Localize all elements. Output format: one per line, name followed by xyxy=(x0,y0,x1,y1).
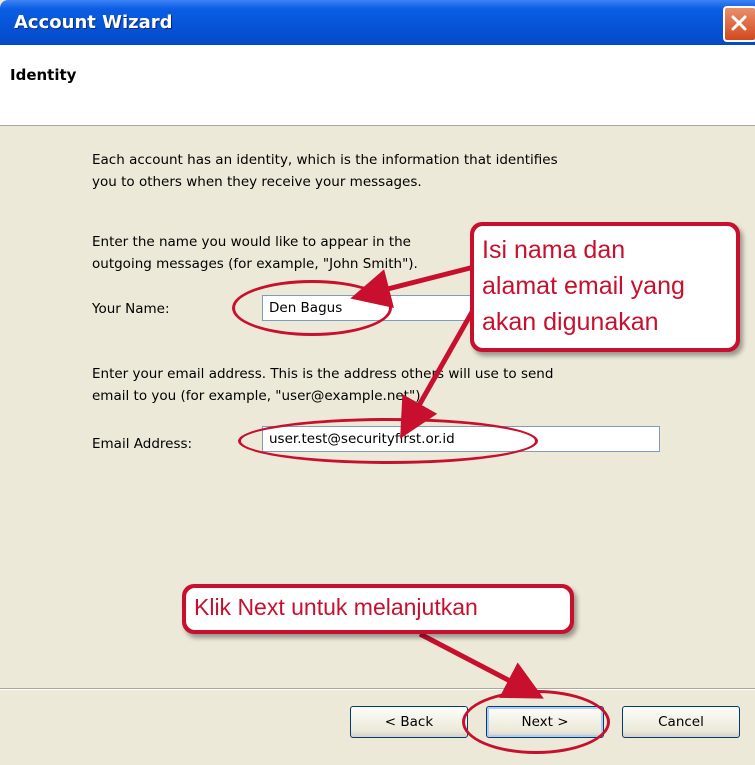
callout-fill-details: Isi nama dan alamat email yang akan digu… xyxy=(470,222,740,352)
callout2-text: Klik Next untuk melanjutkan xyxy=(194,594,478,620)
arrow-to-email xyxy=(400,303,479,439)
arrow-to-next xyxy=(418,631,544,699)
callout1-line-3: akan digunakan xyxy=(482,308,659,336)
callout-fill-details-text: Isi nama dan alamat email yang akan digu… xyxy=(482,232,685,340)
account-wizard-window: Account Wizard Identity Each account has… xyxy=(0,0,755,765)
annotation-arrows xyxy=(350,263,544,699)
callout1-line-2: alamat email yang xyxy=(482,272,685,300)
callout-click-next: Klik Next untuk melanjutkan xyxy=(182,584,574,634)
arrow-to-name xyxy=(350,263,479,308)
callout1-line-1: Isi nama dan xyxy=(482,236,626,264)
